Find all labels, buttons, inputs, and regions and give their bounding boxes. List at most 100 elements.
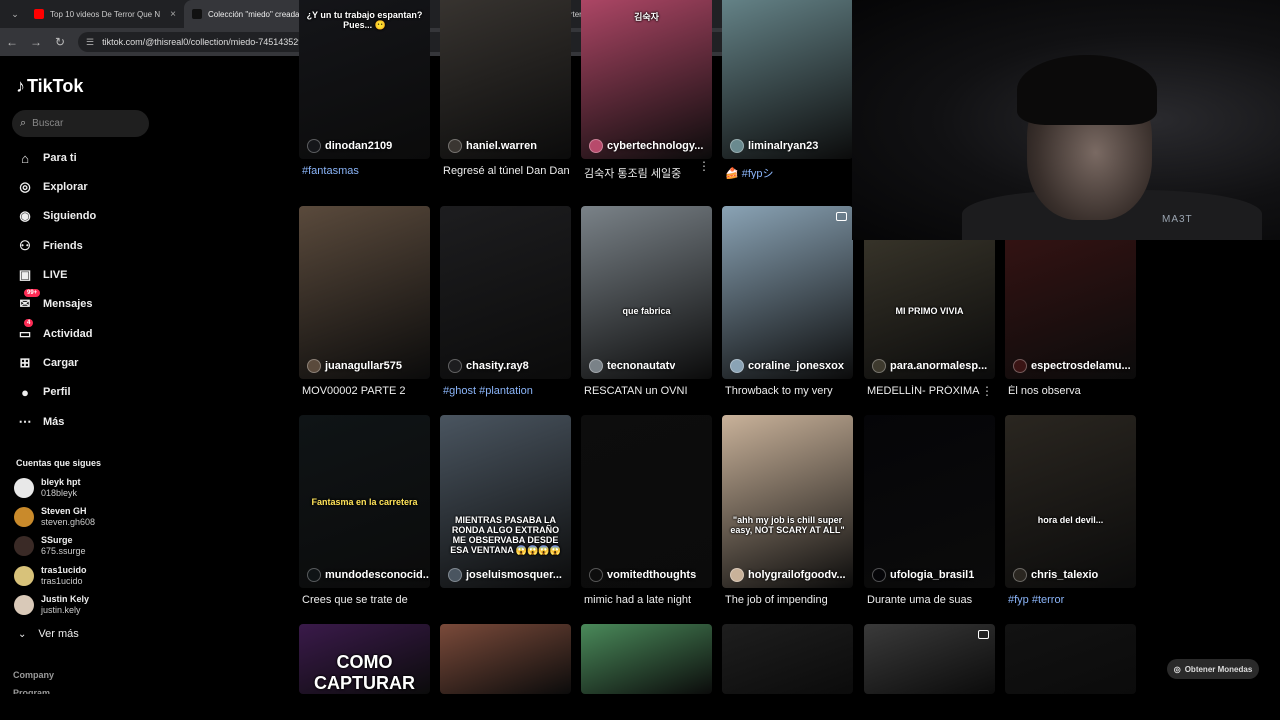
video-card[interactable]: liminalryan23 🍰 #fypシ xyxy=(722,0,853,179)
video-card[interactable]: que fabrica tecnonautatv RESCATAN un OVNI xyxy=(581,206,712,399)
video-thumbnail[interactable]: coraline_jonesxox xyxy=(722,206,853,379)
video-card[interactable]: vomitedthoughts mimic had a late night xyxy=(581,415,712,608)
video-thumbnail[interactable]: vomitedthoughts xyxy=(581,415,712,588)
video-author[interactable]: vomitedthoughts xyxy=(589,568,696,582)
tab-search-button[interactable]: ⌄ xyxy=(4,4,26,24)
followed-account[interactable]: bleyk hpt 018bleyk xyxy=(14,476,81,500)
video-card[interactable] xyxy=(864,624,995,694)
sidebar-item-actividad[interactable]: ▭ 4 Actividad xyxy=(16,319,93,344)
video-card[interactable]: ¡Llámenos! xyxy=(1005,624,1136,694)
video-thumbnail[interactable]: que fabrica tecnonautatv xyxy=(581,206,712,379)
see-more-button[interactable]: ⌄ Ver más xyxy=(18,628,79,640)
get-coins-button[interactable]: ◎ Obtener Monedas xyxy=(1167,659,1259,679)
video-thumbnail[interactable]: juanagullar575 xyxy=(299,206,430,379)
video-caption[interactable]: Regresé al túnel Dan Dan xyxy=(443,165,571,179)
video-author[interactable]: cybertechnology... xyxy=(589,139,703,153)
video-card[interactable]: juanagullar575 MOV00002 PARTE 2 xyxy=(299,206,430,399)
followed-account[interactable]: tras1ucido tras1ucido xyxy=(14,564,87,588)
video-author[interactable]: tecnonautatv xyxy=(589,359,675,373)
video-card[interactable]: MIENTRAS PASABA LA RONDA ALGO EXTRAÑO ME… xyxy=(440,415,571,608)
video-author[interactable]: mundodesconocid... xyxy=(307,568,429,582)
sidebar-item-cargar[interactable]: ⊞ Cargar xyxy=(16,353,79,373)
footer-company[interactable]: Company xyxy=(13,670,54,680)
video-author[interactable]: haniel.warren xyxy=(448,139,537,153)
back-button[interactable]: ← xyxy=(0,35,24,49)
video-thumbnail[interactable]: 김숙자 cybertechnology... xyxy=(581,0,712,159)
video-caption[interactable]: 김숙자 통조림 세일중 xyxy=(584,165,712,179)
video-card[interactable]: chasity.ray8 #ghost #plantation xyxy=(440,206,571,399)
video-card[interactable] xyxy=(440,624,571,694)
sidebar-item-siguiendo[interactable]: ◉ Siguiendo xyxy=(16,206,96,226)
more-options-icon[interactable]: ⋮ xyxy=(981,384,993,398)
followed-account[interactable]: Justin Kely justin.kely xyxy=(14,593,89,617)
video-caption[interactable]: Crees que se trate de xyxy=(302,594,430,608)
video-author[interactable]: joseluismosquer... xyxy=(448,568,562,582)
video-thumbnail[interactable]: haniel.warren xyxy=(440,0,571,159)
video-caption[interactable]: 🍰 #fypシ xyxy=(725,165,853,179)
video-thumbnail[interactable]: Fantasma en la carretera mundodesconocid.… xyxy=(299,415,430,588)
video-author[interactable]: coraline_jonesxox xyxy=(730,359,844,373)
video-caption[interactable]: #fyp #terror xyxy=(1008,594,1136,608)
forward-button[interactable]: → xyxy=(24,35,48,49)
video-thumbnail[interactable]: ¿Y un tu trabajo espantan? Pues... 😶 dino… xyxy=(299,0,430,159)
video-caption[interactable]: The job of impending xyxy=(725,594,853,608)
video-thumbnail[interactable]: MIENTRAS PASABA LA RONDA ALGO EXTRAÑO ME… xyxy=(440,415,571,588)
sidebar-item-mensajes[interactable]: ✉ 99+ Mensajes xyxy=(16,289,93,314)
video-author[interactable]: chris_talexio xyxy=(1013,568,1098,582)
video-caption[interactable]: MOV00002 PARTE 2 xyxy=(302,385,430,399)
video-thumbnail[interactable]: hora del devil... chris_talexio xyxy=(1005,415,1136,588)
sidebar-item-live[interactable]: ▣ LIVE xyxy=(16,265,68,285)
video-card[interactable]: hora del devil... chris_talexio #fyp #terr… xyxy=(1005,415,1136,608)
video-caption[interactable]: RESCATAN un OVNI xyxy=(584,385,712,399)
video-caption[interactable] xyxy=(443,594,571,608)
video-card[interactable]: ¿Y un tu trabajo espantan? Pues... 😶 dino… xyxy=(299,0,430,179)
video-thumbnail[interactable]: ¡Llámenos! xyxy=(1005,624,1136,694)
video-thumbnail[interactable] xyxy=(722,624,853,694)
video-caption[interactable]: MEDELLÍN- PRÓXIMA xyxy=(867,385,995,399)
sidebar-item-más[interactable]: ⋯ Más xyxy=(16,412,65,432)
browser-tab[interactable]: Top 10 videos De Terror Que N × xyxy=(26,0,184,28)
sidebar-item-para-ti[interactable]: ⌂ Para ti xyxy=(16,148,77,168)
site-info-icon[interactable]: ☰ xyxy=(86,37,94,48)
video-card[interactable]: Fantasma en la carretera mundodesconocid.… xyxy=(299,415,430,608)
sidebar-item-explorar[interactable]: ◎ Explorar xyxy=(16,177,87,197)
video-card[interactable]: coraline_jonesxox Throwback to my very xyxy=(722,206,853,399)
sidebar-item-perfil[interactable]: ● Perfil xyxy=(16,382,70,402)
video-caption[interactable]: mimic had a late night xyxy=(584,594,712,608)
tiktok-logo[interactable]: ♪ TikTok xyxy=(16,76,83,97)
followed-account[interactable]: Steven GH steven.gh608 xyxy=(14,505,95,529)
video-author[interactable]: holygrailofgoodv... xyxy=(730,568,846,582)
video-author[interactable]: espectrosdelamu... xyxy=(1013,359,1131,373)
video-author[interactable]: juanagullar575 xyxy=(307,359,402,373)
video-thumbnail[interactable]: COMO CAPTURAR xyxy=(299,624,430,694)
video-caption[interactable]: Throwback to my very xyxy=(725,385,853,399)
video-thumbnail[interactable] xyxy=(864,624,995,694)
tab-close-icon[interactable]: × xyxy=(170,9,176,20)
video-thumbnail[interactable]: "ahh my job is chill super easy, NOT SCA… xyxy=(722,415,853,588)
video-caption[interactable]: #ghost #plantation xyxy=(443,385,571,399)
video-card[interactable]: COMO CAPTURAR xyxy=(299,624,430,694)
video-caption[interactable]: Él nos observa xyxy=(1008,385,1136,399)
video-card[interactable]: ufologia_brasil1 Durante uma de suas xyxy=(864,415,995,608)
video-caption[interactable]: Durante uma de suas xyxy=(867,594,995,608)
footer-program[interactable]: Program xyxy=(13,688,50,694)
video-author[interactable]: para.anormalesp... xyxy=(872,359,987,373)
video-card[interactable] xyxy=(722,624,853,694)
search-box[interactable]: ⌕ xyxy=(12,110,149,137)
video-card[interactable]: "ahh my job is chill super easy, NOT SCA… xyxy=(722,415,853,608)
video-thumbnail[interactable] xyxy=(581,624,712,694)
followed-account[interactable]: SSurge 675.ssurge xyxy=(14,534,86,558)
video-author[interactable]: liminalryan23 xyxy=(730,139,818,153)
video-author[interactable]: dinodan2109 xyxy=(307,139,392,153)
video-thumbnail[interactable]: chasity.ray8 xyxy=(440,206,571,379)
reload-button[interactable]: ↻ xyxy=(48,35,72,49)
video-card[interactable] xyxy=(581,624,712,694)
video-author[interactable]: ufologia_brasil1 xyxy=(872,568,974,582)
video-author[interactable]: chasity.ray8 xyxy=(448,359,529,373)
video-thumbnail[interactable]: liminalryan23 xyxy=(722,0,853,159)
video-card[interactable]: 김숙자 cybertechnology... 김숙자 통조림 세일중 ⋮ xyxy=(581,0,712,179)
video-card[interactable]: haniel.warren Regresé al túnel Dan Dan xyxy=(440,0,571,179)
more-options-icon[interactable]: ⋮ xyxy=(698,159,710,173)
search-input[interactable] xyxy=(32,118,133,129)
video-caption[interactable]: #fantasmas xyxy=(302,165,430,179)
